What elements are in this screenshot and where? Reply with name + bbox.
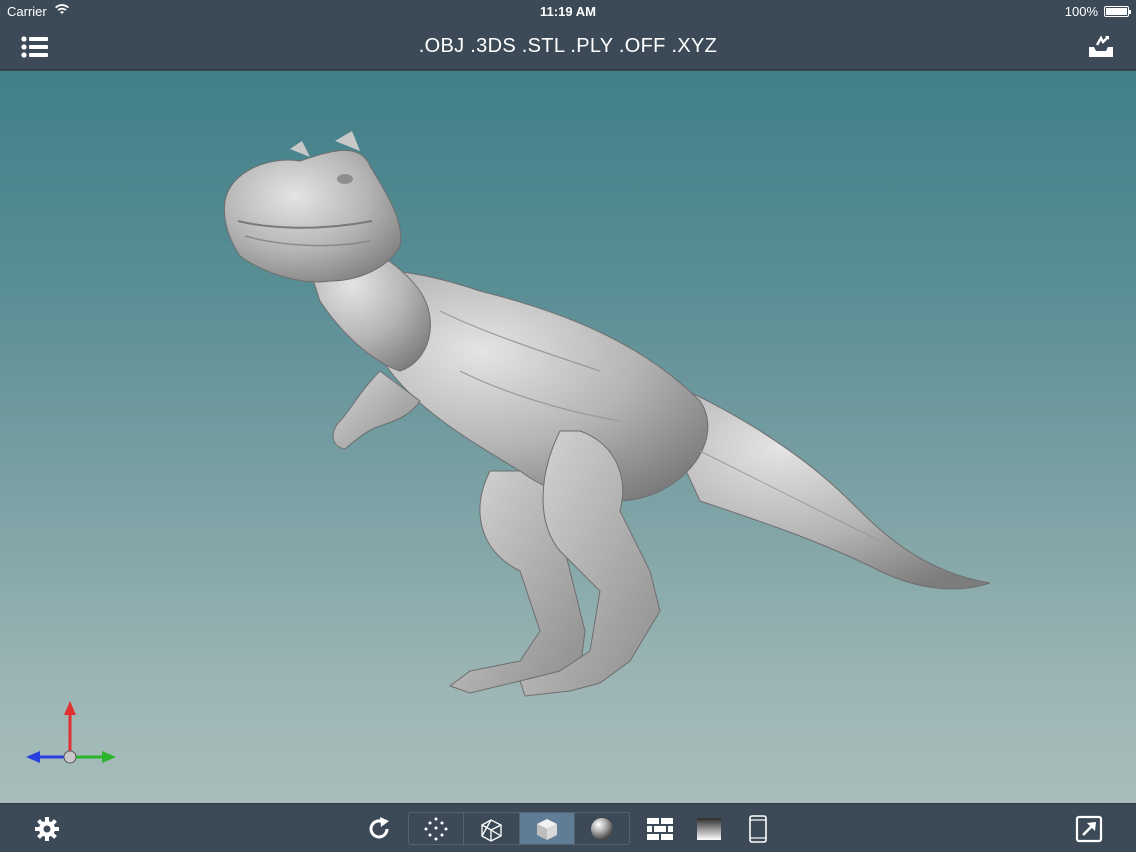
- expand-arrow-icon[interactable]: [1072, 804, 1106, 852]
- rotate-reset-icon[interactable]: [364, 804, 394, 852]
- battery-percentage: 100%: [1064, 4, 1098, 19]
- gear-icon[interactable]: [30, 804, 64, 852]
- wireframe-cube-icon[interactable]: [464, 813, 520, 844]
- point-cloud-icon[interactable]: [409, 813, 465, 844]
- bottom-toolbar: [0, 803, 1136, 852]
- render-mode-selector: [408, 812, 630, 845]
- status-bar: Carrier 11:19 AM 100%: [0, 0, 1136, 24]
- axis-gizmo: [26, 701, 116, 764]
- brick-wall-icon[interactable]: [644, 804, 676, 852]
- solid-cube-icon[interactable]: [519, 813, 575, 844]
- tablet-icon[interactable]: [744, 804, 772, 852]
- clock: 11:19 AM: [540, 4, 596, 19]
- gradient-swatch-icon[interactable]: [694, 804, 724, 852]
- smooth-sphere-icon[interactable]: [575, 813, 629, 844]
- page-title: .OBJ .3DS .STL .PLY .OFF .XYZ: [418, 35, 718, 57]
- export-tray-icon[interactable]: [1086, 33, 1116, 61]
- navigation-bar: .OBJ .3DS .STL .PLY .OFF .XYZ: [0, 24, 1136, 70]
- dinosaur-model[interactable]: [0, 71, 1136, 803]
- model-viewport[interactable]: [0, 71, 1136, 803]
- battery-icon: [1104, 6, 1131, 17]
